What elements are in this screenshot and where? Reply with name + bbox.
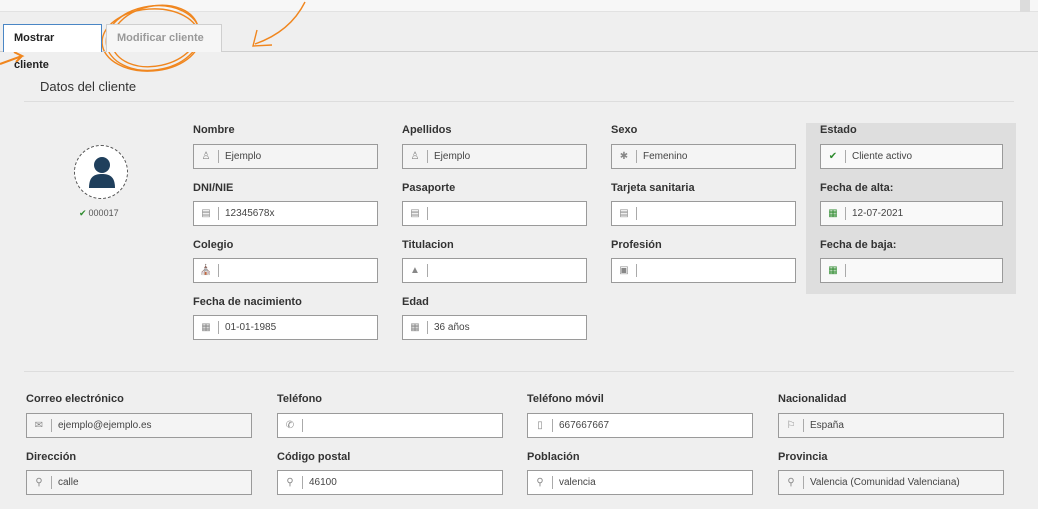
poblacion-field[interactable]: ⚲ valencia — [527, 470, 753, 495]
provincia-field[interactable]: ⚲ Valencia (Comunidad Valenciana) — [778, 470, 1004, 495]
map-marker-icon: ⚲ — [536, 477, 544, 488]
mobile-icon: ▯ — [537, 420, 543, 431]
client-id: ✔ 000017 — [79, 208, 119, 218]
institution-icon: ⛪ — [199, 265, 213, 276]
label-nacionalidad: Nacionalidad — [778, 393, 847, 405]
check-icon: ✔ — [79, 208, 87, 218]
user-icon: ♙ — [201, 151, 211, 162]
nacionalidad-field[interactable]: ⚐ España — [778, 413, 1004, 438]
pasaporte-field[interactable]: ▤ — [402, 201, 587, 226]
id-card-icon: ▤ — [201, 208, 211, 219]
colegio-field[interactable]: ⛪ — [193, 258, 378, 283]
apellidos-field[interactable]: ♙ Ejemplo — [402, 144, 587, 169]
briefcase-icon: ▣ — [619, 265, 629, 276]
map-marker-icon: ⚲ — [286, 477, 294, 488]
check-icon: ✔ — [828, 151, 838, 162]
divider — [24, 101, 1014, 102]
graduation-cap-icon: ▲ — [410, 265, 420, 276]
label-movil: Teléfono móvil — [527, 393, 604, 405]
label-edad: Edad — [402, 296, 429, 308]
label-poblacion: Población — [527, 451, 580, 463]
id-card-icon: ▤ — [410, 208, 420, 219]
top-scrollbar[interactable] — [1020, 0, 1030, 12]
tarjeta-field[interactable]: ▤ — [611, 201, 796, 226]
envelope-icon: ✉ — [34, 420, 44, 431]
calendar-icon: ▦ — [828, 208, 838, 219]
section-title: Datos del cliente — [40, 79, 137, 94]
label-fecha-baja: Fecha de baja: — [820, 239, 897, 251]
tab-modificar-cliente[interactable]: Modificar cliente — [106, 24, 222, 52]
calendar-icon: ▦ — [410, 322, 420, 333]
label-tarjeta: Tarjeta sanitaria — [611, 182, 695, 194]
tab-bar: Mostrar cliente Modificar cliente — [0, 24, 1038, 71]
telefono-field[interactable]: ✆ — [277, 413, 503, 438]
label-correo: Correo electrónico — [26, 393, 124, 405]
label-fecha-alta: Fecha de alta: — [820, 182, 894, 194]
label-nombre: Nombre — [193, 124, 235, 136]
label-sexo: Sexo — [611, 124, 638, 136]
fecha-alta-field[interactable]: ▦ 12-07-2021 — [820, 201, 1003, 226]
nombre-field[interactable]: ♙ Ejemplo — [193, 144, 378, 169]
label-provincia: Provincia — [778, 451, 828, 463]
calendar-icon: ▦ — [201, 322, 211, 333]
titulacion-field[interactable]: ▲ — [402, 258, 587, 283]
sexo-field[interactable]: ✱ Femenino — [611, 144, 796, 169]
map-marker-icon: ⚲ — [35, 477, 43, 488]
user-icon: ♙ — [410, 151, 420, 162]
label-direccion: Dirección — [26, 451, 77, 463]
fecha-nacimiento-field[interactable]: ▦ 01-01-1985 — [193, 315, 378, 340]
email-field[interactable]: ✉ ejemplo@ejemplo.es — [26, 413, 252, 438]
id-card-icon: ▤ — [619, 208, 629, 219]
calendar-icon: ▦ — [828, 265, 838, 276]
avatar — [74, 145, 128, 199]
label-dni: DNI/NIE — [193, 182, 234, 194]
asterisk-icon: ✱ — [619, 151, 629, 162]
dni-field[interactable]: ▤ 12345678x — [193, 201, 378, 226]
movil-field[interactable]: ▯ 667667667 — [527, 413, 753, 438]
label-titulacion: Titulacion — [402, 239, 454, 251]
label-pasaporte: Pasaporte — [402, 182, 456, 194]
fecha-baja-field[interactable]: ▦ — [820, 258, 1003, 283]
label-fecha-nacimiento: Fecha de nacimiento — [193, 296, 302, 308]
label-colegio: Colegio — [193, 239, 234, 251]
label-estado: Estado — [820, 124, 857, 136]
direccion-field[interactable]: ⚲ calle — [26, 470, 252, 495]
tab-mostrar-cliente[interactable]: Mostrar cliente — [3, 24, 102, 71]
map-marker-icon: ⚲ — [787, 477, 795, 488]
estado-field[interactable]: ✔ Cliente activo — [820, 144, 1003, 169]
label-apellidos: Apellidos — [402, 124, 452, 136]
edad-field[interactable]: ▦ 36 años — [402, 315, 587, 340]
phone-icon: ✆ — [285, 420, 295, 431]
profesion-field[interactable]: ▣ — [611, 258, 796, 283]
flag-icon: ⚐ — [786, 420, 796, 431]
label-profesion: Profesión — [611, 239, 662, 251]
label-telefono: Teléfono — [277, 393, 323, 405]
user-avatar-icon — [89, 157, 115, 188]
label-codigo-postal: Código postal — [277, 451, 351, 463]
codigo-postal-field[interactable]: ⚲ 46100 — [277, 470, 503, 495]
divider — [24, 371, 1014, 372]
